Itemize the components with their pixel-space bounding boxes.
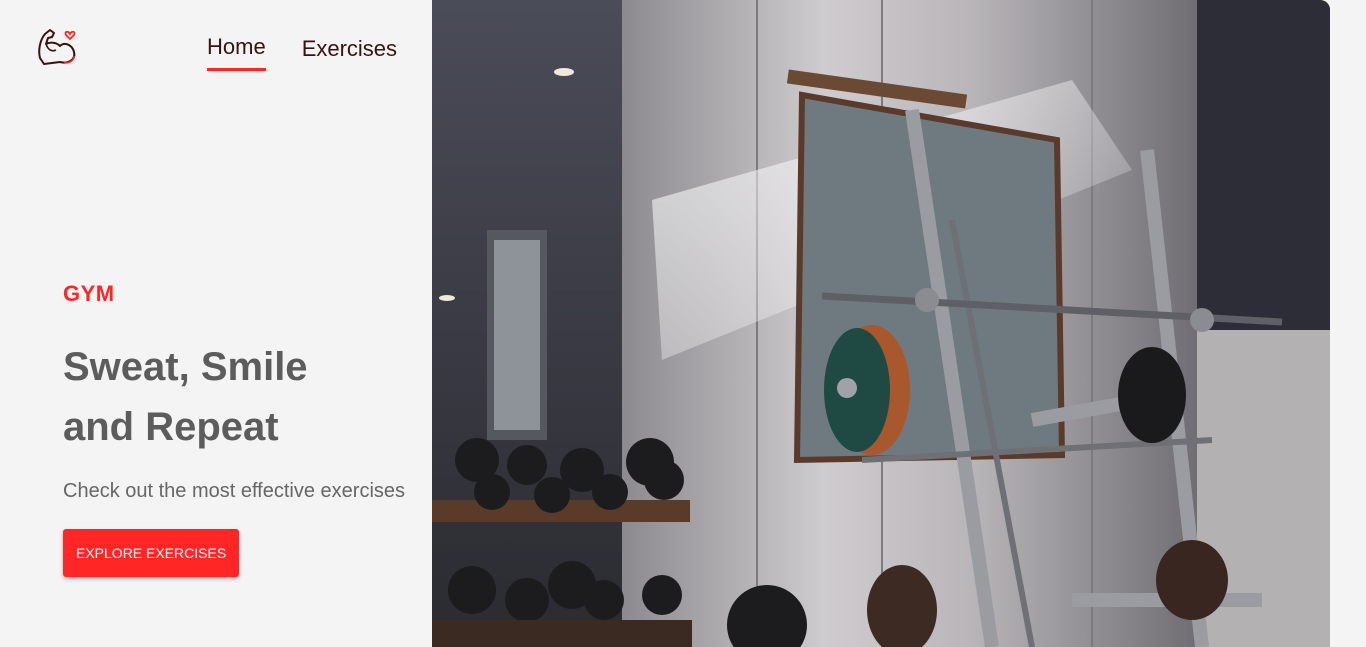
hero-headline-line1: Sweat, Smile <box>63 345 308 389</box>
logo-bicep-heart-icon[interactable] <box>34 24 82 72</box>
hero-subtitle: Check out the most effective exercises <box>63 480 406 502</box>
main-nav: Home Exercises <box>207 34 397 71</box>
explore-exercises-button[interactable]: EXPLORE EXERCISES <box>63 529 240 577</box>
hero-eyebrow: GYM <box>63 281 115 306</box>
hero-banner-image <box>432 0 1330 647</box>
hero-headline: Sweat, Smile and Repeat <box>63 337 423 457</box>
nav-link-home[interactable]: Home <box>207 34 266 71</box>
hero-headline-line2: and Repeat <box>63 405 279 449</box>
nav-link-exercises[interactable]: Exercises <box>302 36 397 70</box>
gym-photo-illustration <box>432 0 1330 647</box>
hero-section: GYM Sweat, Smile and Repeat Check out th… <box>63 281 423 577</box>
